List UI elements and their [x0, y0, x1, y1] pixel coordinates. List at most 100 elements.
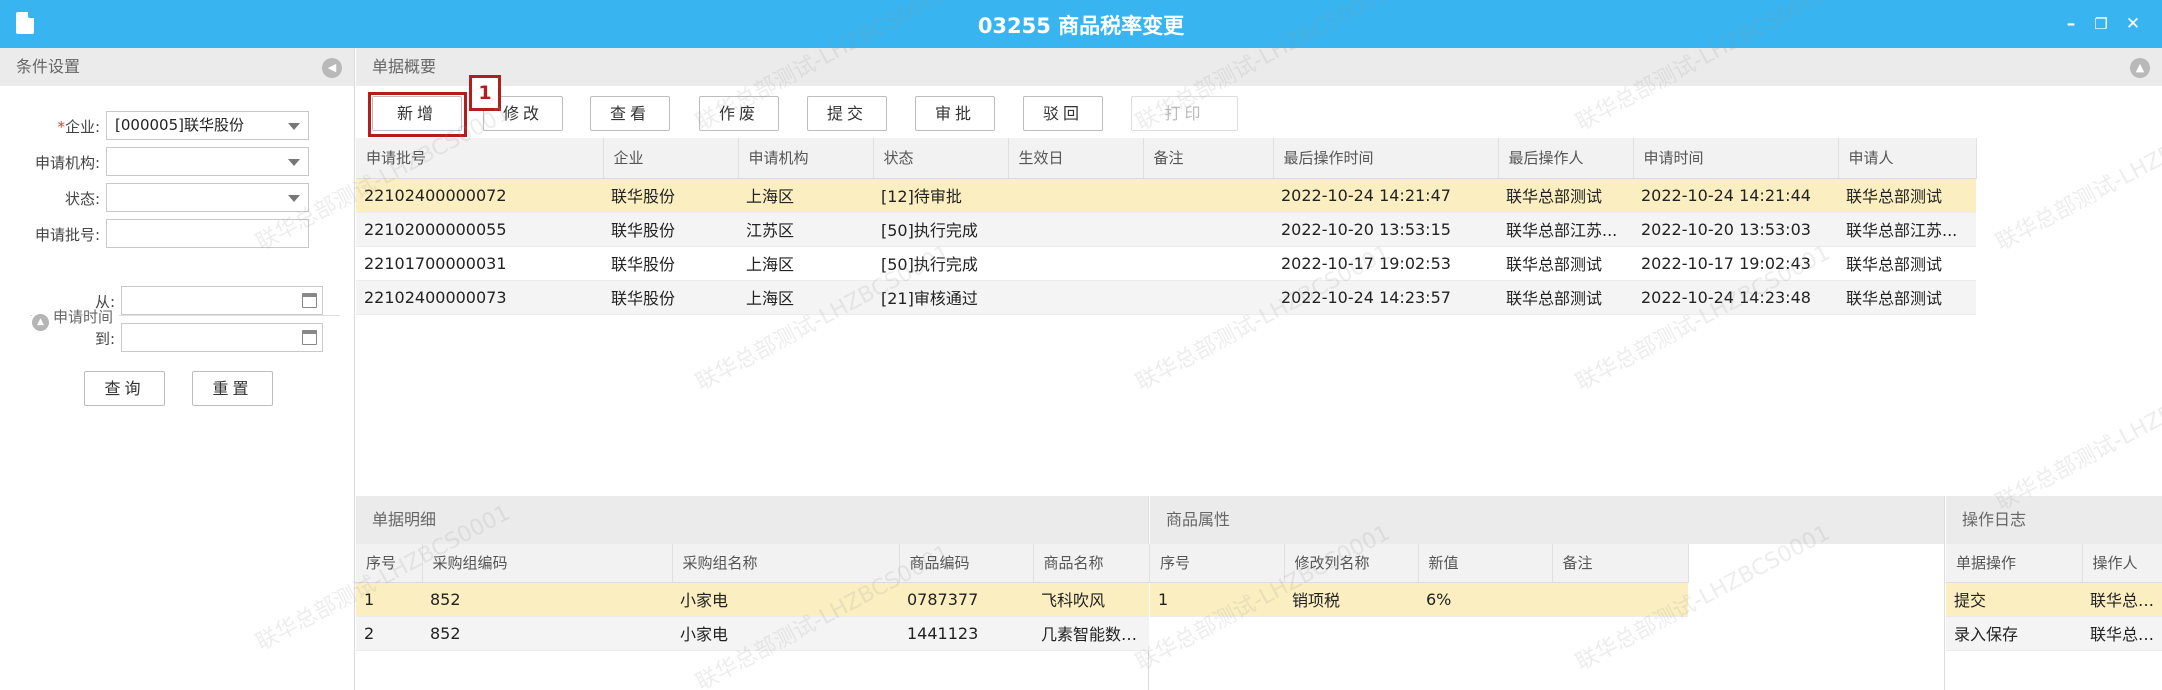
summary-column-header[interactable]: 最后操作人 [1498, 138, 1634, 179]
status-select[interactable] [106, 183, 309, 212]
detail-column-header[interactable]: 商品编码 [899, 544, 1034, 583]
log-column-header[interactable]: 单据操作 [1946, 544, 2083, 583]
log-row[interactable]: 提交联华总部测 [1946, 582, 2162, 617]
batch-row: 申请批号: [0, 216, 355, 250]
attributes-panel: 商品属性 序号 修改列名称 新值 备注 1 销项税 6% [1150, 496, 1945, 690]
submit-button[interactable]: 提交 [807, 96, 887, 131]
collapse-left-icon[interactable]: ◀ [322, 58, 342, 78]
summary-cell: 联华股份 [603, 280, 738, 315]
attribute-column-header[interactable]: 修改列名称 [1284, 544, 1419, 583]
summary-cell: 联华股份 [603, 178, 738, 213]
log-column-header[interactable]: 操作人 [2082, 544, 2162, 583]
from-label: 从: [94, 293, 115, 311]
summary-panel-title: 单据概要 [372, 57, 437, 76]
summary-column-header[interactable]: 申请批号 [356, 138, 604, 179]
attribute-column-header[interactable]: 新值 [1418, 544, 1553, 583]
collapse-up-icon[interactable]: ▲ [2130, 58, 2150, 78]
summary-column-header[interactable]: 生效日 [1008, 138, 1144, 179]
detail-row[interactable]: 1 852 小家电 0787377 飞科吹风 [356, 582, 1149, 617]
summary-cell: 联华股份 [603, 246, 738, 281]
summary-cell [1008, 280, 1143, 315]
summary-cell: 联华总部江苏... [1838, 212, 1976, 247]
summary-column-header[interactable]: 申请人 [1838, 138, 1977, 179]
detail-column-header[interactable]: 商品名称 [1033, 544, 1150, 583]
attribute-row[interactable]: 1 销项税 6% [1150, 582, 1688, 617]
summary-cell: 联华股份 [603, 212, 738, 247]
calendar-icon[interactable] [302, 293, 317, 308]
summary-column-header[interactable]: 状态 [873, 138, 1009, 179]
detail-panel-title: 单据明细 [372, 510, 437, 529]
summary-row[interactable]: 22101700000031 联华股份 上海区 [50]执行完成 2022-10-17 … [356, 246, 1976, 281]
detail-column-header[interactable]: 采购组名称 [672, 544, 900, 583]
status-label: 状态: [64, 190, 100, 208]
org-select[interactable] [106, 147, 309, 176]
summary-cell: 联华总部测试 [1838, 280, 1976, 315]
attributes-panel-title: 商品属性 [1166, 510, 1231, 529]
to-date-input[interactable] [121, 323, 323, 352]
detail-cell: 飞科吹风 [1033, 582, 1149, 617]
summary-cell: 联华总部江苏... [1498, 212, 1633, 247]
summary-cell: [50]执行完成 [873, 246, 1008, 281]
org-row: 申请机构: [0, 144, 355, 178]
detail-cell: 几素智能数显... [1033, 616, 1149, 651]
summary-cell: 2022-10-24 14:21:44 [1633, 178, 1838, 213]
detail-cell: 1441123 [899, 616, 1033, 651]
summary-cell: 22102400000073 [356, 280, 603, 315]
detail-column-header[interactable]: 采购组编码 [422, 544, 673, 583]
summary-column-header[interactable]: 最后操作时间 [1273, 138, 1499, 179]
summary-cell: 联华总部测试 [1498, 178, 1633, 213]
summary-cell: 22101700000031 [356, 246, 603, 281]
detail-cell: 0787377 [899, 582, 1033, 617]
from-date-input[interactable] [121, 286, 323, 315]
window-title: 03255 商品税率变更 [977, 14, 1185, 38]
void-button[interactable]: 作废 [699, 96, 779, 131]
summary-cell: 2022-10-24 14:23:57 [1273, 280, 1498, 315]
summary-cell: 22102000000055 [356, 212, 603, 247]
attribute-cell [1552, 582, 1688, 617]
summary-column-header[interactable]: 备注 [1143, 138, 1274, 179]
detail-panel-header: 单据明细 [356, 496, 1148, 544]
detail-row[interactable]: 2 852 小家电 1441123 几素智能数显... [356, 616, 1149, 651]
batch-input[interactable] [106, 219, 309, 248]
company-select[interactable]: [000005]联华股份 [106, 111, 309, 140]
reset-button[interactable]: 重置 [192, 371, 273, 406]
summary-row[interactable]: 22102000000055 联华股份 江苏区 [50]执行完成 2022-10-20 … [356, 212, 1976, 247]
summary-cell: 联华总部测试 [1838, 246, 1976, 281]
approve-button[interactable]: 审批 [915, 96, 995, 131]
close-button[interactable]: ✕ [2122, 13, 2144, 35]
attribute-cell: 销项税 [1284, 582, 1418, 617]
summary-cell: 22102400000072 [356, 178, 603, 213]
summary-cell [1008, 212, 1143, 247]
batch-label: 申请批号: [34, 226, 100, 244]
detail-cell: 2 [356, 616, 422, 651]
summary-column-header[interactable]: 申请机构 [738, 138, 874, 179]
condition-panel-header: 条件设置 ◀ [0, 48, 354, 86]
detail-column-header[interactable]: 序号 [356, 544, 423, 583]
summary-row[interactable]: 22102400000073 联华股份 上海区 [21]审核通过 2022-10-24 … [356, 280, 1976, 315]
log-row[interactable]: 录入保存联华总部测 [1946, 616, 2162, 651]
summary-cell: 联华总部测试 [1498, 280, 1633, 315]
summary-cell [1143, 246, 1273, 281]
attribute-column-header[interactable]: 备注 [1552, 544, 1689, 583]
summary-cell: 2022-10-20 13:53:03 [1633, 212, 1838, 247]
condition-panel: 条件设置 ◀ *企业: [000005]联华股份 申请机构: 状态: 申请批号:… [0, 48, 355, 690]
summary-row[interactable]: 22102400000072 联华股份 上海区 [12]待审批 2022-10-24 1… [356, 178, 1976, 213]
summary-column-header[interactable]: 企业 [603, 138, 739, 179]
print-button[interactable]: 打印 [1131, 96, 1238, 131]
company-row: *企业: [000005]联华股份 [0, 108, 355, 142]
condition-panel-title: 条件设置 [16, 57, 81, 76]
query-button[interactable]: 查询 [84, 371, 165, 406]
log-panel: 操作日志 单据操作操作人 提交联华总部测录入保存联华总部测 [1946, 496, 2162, 690]
view-button[interactable]: 查看 [590, 96, 670, 131]
attribute-column-header[interactable]: 序号 [1150, 544, 1285, 583]
summary-cell: [50]执行完成 [873, 212, 1008, 247]
summary-column-header[interactable]: 申请时间 [1633, 138, 1839, 179]
calendar-icon[interactable] [302, 330, 317, 345]
minimize-button[interactable]: – [2060, 13, 2082, 35]
detail-cell: 小家电 [672, 582, 899, 617]
restore-button[interactable]: ❐ [2090, 13, 2112, 35]
summary-cell [1143, 178, 1273, 213]
log-cell: 提交 [1946, 582, 2082, 617]
from-row: 从: [0, 283, 355, 317]
reject-button[interactable]: 驳回 [1023, 96, 1103, 131]
